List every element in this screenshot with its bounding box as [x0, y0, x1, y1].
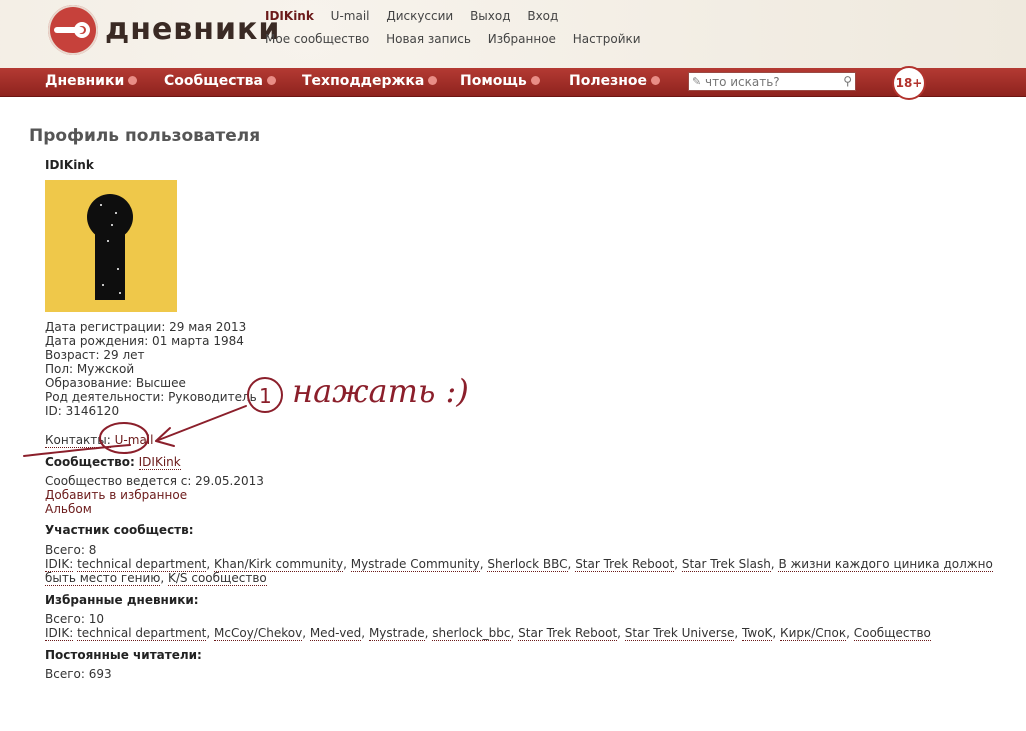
- top-link-logout[interactable]: Выход: [470, 9, 510, 23]
- community-row: Сообщество: IDIKink: [45, 455, 181, 470]
- annotation-text: нажать :): [292, 372, 469, 410]
- top-link-login[interactable]: Вход: [527, 9, 558, 23]
- community-since: Сообщество ведется с: 29.05.2013: [45, 474, 264, 488]
- nav-item-diaries[interactable]: Дневники: [45, 73, 138, 89]
- age-badge[interactable]: 18+: [892, 66, 926, 100]
- list-item[interactable]: Кирк/Спок: [780, 626, 847, 641]
- top-link-umail[interactable]: U-mail: [331, 9, 370, 23]
- nav-item-communities[interactable]: Сообщества: [164, 73, 276, 89]
- top-link-my-community[interactable]: Мое сообщество: [265, 32, 369, 46]
- favorites-list: IDIK: technical department, McCoy/Chekov…: [45, 626, 931, 641]
- contacts-row: Контакты: U-mail: [45, 433, 154, 448]
- info-age: Возраст: 29 лет: [45, 348, 145, 362]
- nav-item-useful[interactable]: Полезное: [569, 73, 661, 89]
- list-item[interactable]: Star Trek Reboot: [575, 557, 675, 572]
- list-item[interactable]: technical department: [77, 626, 207, 641]
- list-item[interactable]: Med-ved: [309, 626, 362, 641]
- info-occupation: Род деятельности: Руководитель: [45, 390, 257, 404]
- annotation-number: 1: [259, 384, 272, 408]
- top-link-settings[interactable]: Настройки: [573, 32, 641, 46]
- nav-item-help[interactable]: Помощь: [460, 73, 540, 89]
- top-link-user[interactable]: IDIKink: [265, 9, 314, 23]
- favorites-heading: Избранные дневники:: [45, 593, 199, 607]
- search-icon[interactable]: ⚲: [843, 74, 852, 88]
- add-favorite-link[interactable]: Добавить в избранное: [45, 488, 187, 502]
- readers-heading: Постоянные читатели:: [45, 648, 202, 662]
- album-link[interactable]: Альбом: [45, 502, 92, 516]
- chevron-down-icon: [266, 76, 276, 85]
- list-item[interactable]: technical department: [77, 557, 207, 572]
- nav-item-support[interactable]: Техподдержка: [302, 73, 438, 89]
- info-id: ID: 3146120: [45, 404, 120, 418]
- search-box: ✎ ⚲: [688, 72, 856, 91]
- top-link-favorites[interactable]: Избранное: [488, 32, 556, 46]
- list-item[interactable]: sherlock_bbc: [432, 626, 511, 641]
- top-link-new-post[interactable]: Новая запись: [386, 32, 471, 46]
- favorites-total: Всего: 10: [45, 612, 104, 626]
- chevron-down-icon: [651, 76, 661, 85]
- chevron-down-icon: [128, 76, 138, 85]
- member-of-list: IDIK: technical department, Khan/Kirk co…: [45, 557, 993, 586]
- list-item[interactable]: Khan/Kirk community: [214, 557, 344, 572]
- member-of-total: Всего: 8: [45, 543, 97, 557]
- pencil-icon: ✎: [692, 75, 702, 88]
- list-item[interactable]: Star Trek Universe: [624, 626, 735, 641]
- info-gender: Пол: Мужской: [45, 362, 135, 376]
- info-education: Образование: Высшее: [45, 376, 186, 390]
- list-item[interactable]: Mystrade Community: [350, 557, 480, 572]
- community-link[interactable]: IDIKink: [138, 455, 181, 470]
- contacts-umail-link[interactable]: U-mail: [115, 433, 154, 447]
- page-title: Профиль пользователя: [29, 126, 261, 146]
- community-label: Сообщество:: [45, 455, 135, 469]
- search-input[interactable]: [705, 74, 835, 89]
- member-of-heading: Участник сообществ:: [45, 523, 194, 537]
- readers-total: Всего: 693: [45, 667, 112, 681]
- avatar: [45, 180, 177, 312]
- list-item[interactable]: Sherlock BBC: [487, 557, 568, 572]
- list-item[interactable]: Сообщество: [853, 626, 931, 641]
- chevron-down-icon: [530, 76, 540, 85]
- list-item[interactable]: McCoy/Chekov: [214, 626, 303, 641]
- top-link-discussions[interactable]: Дискуссии: [386, 9, 453, 23]
- list-item[interactable]: Mystrade: [368, 626, 425, 641]
- list-item[interactable]: K/S сообщество: [168, 571, 267, 586]
- list-item[interactable]: TwoK: [742, 626, 773, 641]
- contacts-label[interactable]: Контакты:: [45, 433, 111, 448]
- top-links: IDIKink U-mail Дискуссии Выход Вход Мое …: [265, 9, 654, 55]
- logo-text[interactable]: дневники: [105, 12, 280, 47]
- profile-info: Дата регистрации: 29 мая 2013 Дата рожде…: [45, 320, 257, 418]
- list-item[interactable]: Star Trek Slash: [681, 557, 771, 572]
- profile-username: IDIKink: [45, 158, 94, 172]
- info-birthdate: Дата рождения: 01 марта 1984: [45, 334, 244, 348]
- main-nav: Дневники Сообщества Техподдержка Помощь …: [0, 66, 1026, 100]
- logo-icon[interactable]: [48, 5, 98, 55]
- list-item[interactable]: Star Trek Reboot: [518, 626, 618, 641]
- site-header: дневники IDIKink U-mail Дискуссии Выход …: [0, 0, 1026, 68]
- info-registration: Дата регистрации: 29 мая 2013: [45, 320, 247, 334]
- chevron-down-icon: [428, 76, 438, 85]
